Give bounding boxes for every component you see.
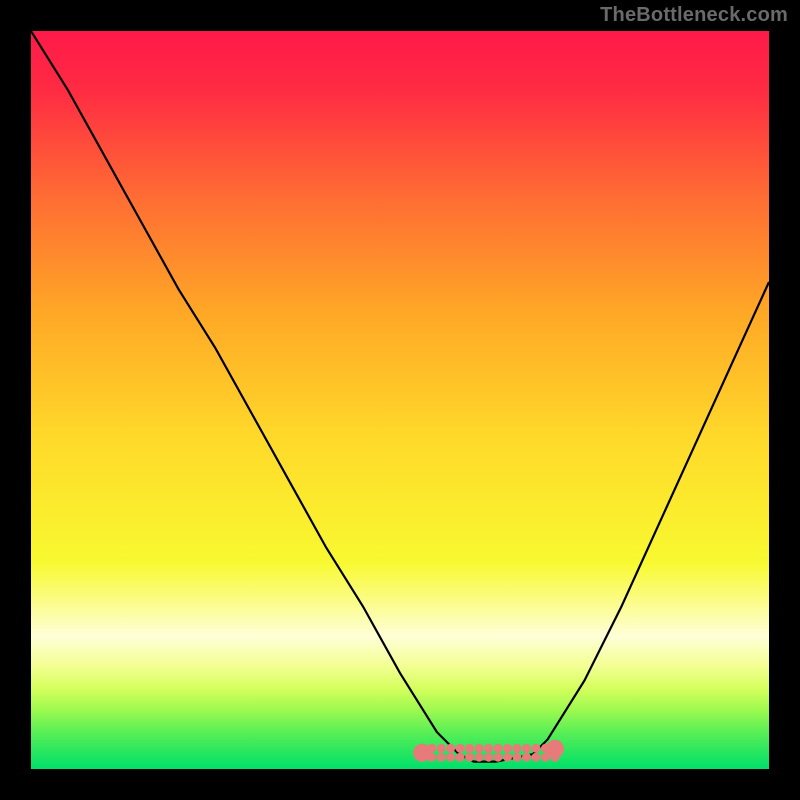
watermark-text: TheBottleneck.com xyxy=(600,4,788,27)
plot-svg xyxy=(31,31,769,769)
stage: TheBottleneck.com xyxy=(0,0,800,800)
plot-area xyxy=(31,31,769,769)
gradient-background xyxy=(31,31,769,769)
